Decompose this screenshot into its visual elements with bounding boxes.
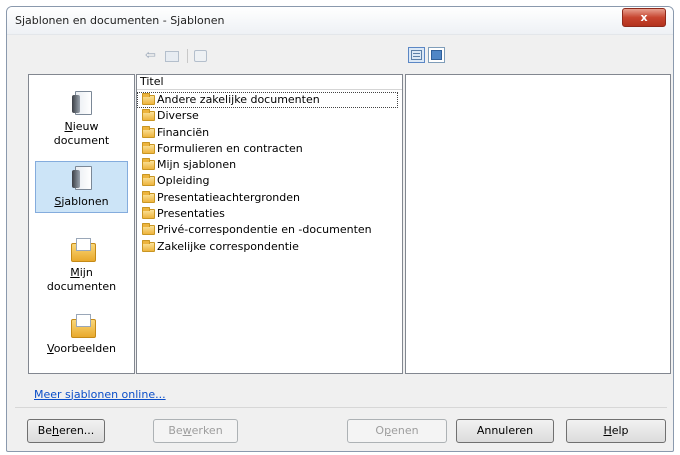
preview-panel — [405, 74, 671, 374]
button-mnemonic: H — [603, 424, 612, 437]
column-header-title[interactable]: Titel — [137, 75, 402, 90]
list-item[interactable]: Opleiding — [137, 173, 402, 189]
button-label: eren... — [59, 424, 95, 437]
divider — [15, 407, 667, 408]
toolbar: ⇦ — [7, 36, 673, 72]
category-label-mnemonic: V — [47, 342, 54, 355]
toolbar-separator — [187, 49, 188, 63]
more-templates-online-link[interactable]: Meer sjablonen online... — [34, 388, 166, 401]
folder-up-icon[interactable] — [165, 51, 179, 62]
category-templates[interactable]: Sjablonen — [35, 161, 128, 213]
list-item-label: Financiën — [157, 125, 210, 139]
list-item-label: Privé-correspondentie en -documenten — [157, 223, 372, 237]
detail-view-button[interactable] — [408, 47, 425, 63]
button-mnemonic: h — [52, 424, 60, 437]
button-label: O — [375, 424, 385, 437]
close-button[interactable]: x — [622, 8, 666, 27]
list-item[interactable]: Zakelijke correspondentie — [137, 239, 402, 255]
category-label: ieuw — [72, 120, 99, 133]
list-item[interactable]: Mijn sjablonen — [137, 157, 402, 173]
category-new-document[interactable]: Nieuw document — [35, 89, 128, 155]
folder-icon — [142, 174, 155, 187]
help-button[interactable]: Help — [566, 419, 666, 443]
template-list: Titel Andere zakelijke documenten Divers… — [136, 74, 403, 374]
category-examples[interactable]: Voorbeelden — [35, 311, 128, 363]
print-icon[interactable] — [194, 50, 207, 62]
list-item-label: Zakelijke correspondentie — [157, 239, 299, 253]
button-label: Be — [37, 424, 53, 437]
category-label: oorbeelden — [53, 342, 116, 355]
templates-dialog: Sjablonen en documenten - Sjablonen x ⇦ … — [6, 6, 674, 452]
list-item-label: Mijn sjablonen — [157, 158, 237, 172]
list-item-label: Presentatieachtergronden — [157, 190, 301, 204]
preview-view-button[interactable] — [428, 47, 445, 63]
window-title: Sjablonen en documenten - Sjablonen — [15, 14, 225, 27]
list-item[interactable]: Formulieren en contracten — [137, 141, 402, 157]
my-documents-icon — [69, 235, 96, 263]
category-label-mnemonic: N — [64, 120, 73, 133]
button-label: elp — [611, 424, 629, 437]
button-mnemonic: w — [182, 424, 192, 437]
list-item-label: Diverse — [157, 109, 199, 123]
list-item[interactable]: Privé-correspondentie en -documenten — [137, 222, 402, 238]
folder-icon — [142, 190, 155, 203]
list-item[interactable]: Diverse — [137, 108, 402, 124]
link-text: jablonen online... — [70, 388, 166, 401]
preview-view-icon — [431, 50, 442, 60]
button-label: enen — [391, 424, 419, 437]
folder-icon — [142, 207, 155, 220]
close-icon: x — [640, 11, 648, 24]
button-label: Be — [168, 424, 183, 437]
templates-icon — [69, 164, 95, 192]
edit-button[interactable]: Bewerken — [153, 419, 238, 443]
examples-icon — [69, 311, 96, 339]
category-my-documents[interactable]: Mijn documenten — [35, 235, 128, 305]
category-label: jablonen — [61, 195, 109, 208]
title-bar: Sjablonen en documenten - Sjablonen x — [7, 7, 673, 35]
folder-icon — [142, 158, 155, 171]
open-button[interactable]: Openen — [347, 419, 447, 443]
list-item[interactable]: Financiën — [137, 125, 402, 141]
category-label-mnemonic: M — [70, 266, 80, 279]
cancel-button[interactable]: Annuleren — [456, 419, 554, 443]
list-item[interactable]: Andere zakelijke documenten — [137, 92, 398, 109]
detail-view-icon — [411, 50, 422, 60]
folder-rows: Andere zakelijke documenten Diverse Fina… — [137, 92, 402, 255]
button-label: erken — [191, 424, 223, 437]
category-label: ijn — [79, 266, 93, 279]
folder-icon — [142, 125, 155, 138]
link-text: Meer — [34, 388, 66, 401]
folder-icon — [142, 223, 155, 236]
folder-icon — [142, 141, 155, 154]
list-item-label: Opleiding — [157, 174, 210, 188]
list-item[interactable]: Presentatieachtergronden — [137, 190, 402, 206]
list-item-label: Andere zakelijke documenten — [157, 93, 320, 106]
category-label-line2: document — [53, 134, 110, 147]
category-label-line2: documenten — [46, 280, 117, 293]
list-item[interactable]: Presentaties — [137, 206, 402, 222]
list-item-label: Presentaties — [157, 207, 225, 221]
category-panel: Nieuw document Sjablonen Mijn documenten… — [28, 74, 135, 374]
folder-icon — [142, 239, 155, 252]
manage-button[interactable]: Beheren... — [27, 419, 105, 443]
new-document-icon — [69, 89, 95, 117]
folder-icon — [142, 93, 155, 105]
button-label: Annuleren — [476, 424, 534, 437]
folder-icon — [142, 109, 155, 122]
list-item-label: Formulieren en contracten — [157, 141, 303, 155]
back-arrow-icon[interactable]: ⇦ — [145, 49, 156, 63]
